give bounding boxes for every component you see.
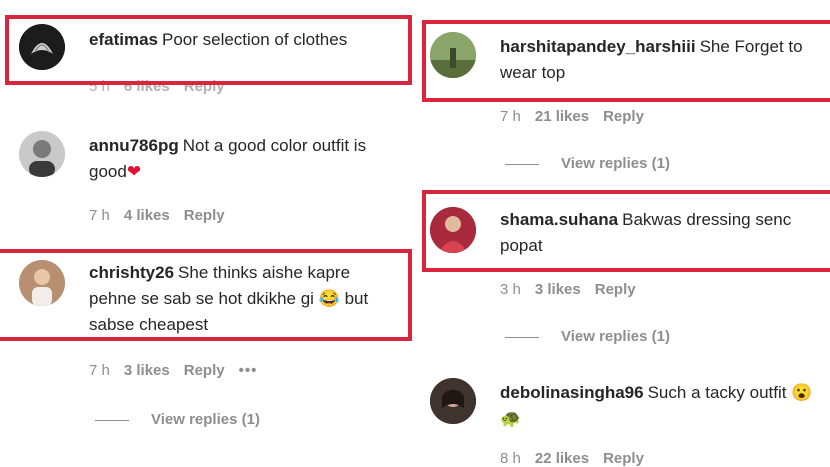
highlight-box — [422, 190, 830, 272]
heart-icon: ❤ — [126, 162, 142, 181]
highlight-box — [422, 20, 830, 102]
username[interactable]: annu786pg — [89, 136, 179, 155]
comment-text: Such a tacky outfit — [647, 383, 787, 402]
likes-count[interactable]: 3 likes — [535, 281, 581, 298]
timestamp: 7 h — [500, 108, 521, 125]
divider-line — [95, 419, 129, 421]
highlight-box — [0, 249, 412, 341]
view-replies-button[interactable]: View replies (1) — [505, 328, 670, 345]
username[interactable]: debolinasingha96 — [500, 383, 644, 402]
person-icon — [19, 131, 65, 177]
person-photo-icon — [430, 378, 476, 424]
divider-line — [505, 163, 539, 165]
avatar[interactable] — [19, 131, 65, 177]
view-replies-button[interactable]: View replies (1) — [505, 155, 670, 172]
likes-count[interactable]: 4 likes — [124, 207, 170, 224]
likes-count[interactable]: 3 likes — [124, 362, 170, 379]
highlight-box — [5, 15, 412, 85]
timestamp: 3 h — [500, 281, 521, 298]
reply-button[interactable]: Reply — [184, 362, 225, 379]
timestamp: 7 h — [89, 207, 110, 224]
reply-button[interactable]: Reply — [603, 108, 644, 125]
avatar[interactable] — [430, 378, 476, 424]
view-replies-label: View replies (1) — [561, 155, 670, 172]
column-divider — [414, 0, 416, 461]
reply-button[interactable]: Reply — [184, 207, 225, 224]
reply-button[interactable]: Reply — [595, 281, 636, 298]
view-replies-label: View replies (1) — [561, 328, 670, 345]
timestamp: 7 h — [89, 362, 110, 379]
view-replies-label: View replies (1) — [151, 411, 260, 428]
view-replies-button[interactable]: View replies (1) — [95, 411, 260, 428]
reply-button[interactable]: Reply — [603, 450, 644, 467]
timestamp: 8 h — [500, 450, 521, 467]
likes-count[interactable]: 22 likes — [535, 450, 589, 467]
more-options-icon[interactable]: ••• — [239, 362, 258, 379]
likes-count[interactable]: 21 likes — [535, 108, 589, 125]
divider-line — [505, 336, 539, 338]
